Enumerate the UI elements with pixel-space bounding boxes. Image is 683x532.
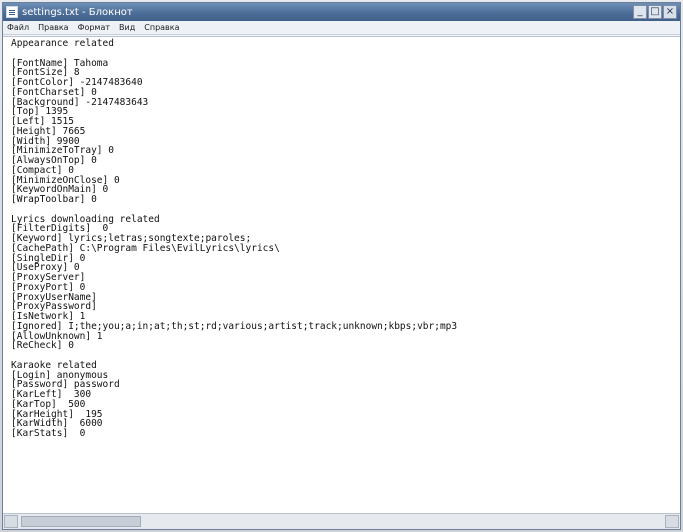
notepad-window: settings.txt - Блокнот _ □ × Файл Правка… [2,2,681,530]
text-line: [MinimizeOnClose] 0 [11,174,120,186]
scroll-left-button[interactable] [4,515,18,528]
text-line: [ProxyServer] [11,272,86,283]
text-line: [Height] 7665 [11,125,86,137]
text-line: [Password] password [11,379,120,391]
menu-format[interactable]: Формат [78,23,110,32]
menu-help[interactable]: Справка [144,23,179,32]
text-line: [KeywordOnMain] 0 [11,184,109,196]
text-line: Karaoke related [11,359,97,371]
text-line: [ProxyPassword] [11,301,97,313]
window-title: settings.txt - Блокнот [22,6,133,18]
text-line: [KarLeft] 300 [11,389,92,400]
text-line: [KarHeight] 195 [11,408,103,420]
text-line: [CachePath] C:\Program Files\EvilLyrics\… [11,242,280,254]
text-line: [ProxyUserName] [11,291,97,303]
menu-view[interactable]: Вид [119,23,135,32]
text-line: [FontColor] -2147483640 [11,77,143,88]
text-line: [Ignored] I;the;you;a;in;at;th;st;rd;var… [11,320,458,332]
window-controls: _ □ × [632,5,677,19]
maximize-button[interactable]: □ [648,5,662,19]
notepad-icon [6,6,18,18]
text-line [11,49,676,59]
menu-file[interactable]: Файл [7,23,29,32]
text-line: [AlwaysOnTop] 0 [11,155,97,166]
menu-edit[interactable]: Правка [38,23,68,32]
minimize-button[interactable]: _ [633,5,647,19]
text-line: [UseProxy] 0 [11,262,80,274]
text-line: [ProxyPort] 0 [11,281,86,293]
title-bar[interactable]: settings.txt - Блокнот _ □ × [3,3,680,21]
text-line: Appearance related [11,38,114,49]
text-editor[interactable]: Appearance related [FontName] Tahoma [Font… [3,36,680,513]
text-line: [Left] 1515 [11,116,74,127]
text-line: [KarWidth] 6000 [11,418,103,430]
scroll-right-button[interactable] [665,515,679,528]
text-line: [SingleDir] 0 [11,252,86,264]
text-line: [FontName] Tahoma [11,57,109,69]
text-line: [KarTop] 500 [11,398,86,410]
document-text[interactable]: Appearance related [FontName] Tahoma [Font… [11,39,676,513]
menu-bar: Файл Правка Формат Вид Справка [3,21,680,35]
text-line: [Top] 1395 [11,106,69,118]
text-line: Lyrics downloading related [11,213,160,225]
text-line: [Background] -2147483643 [11,96,149,108]
horizontal-scrollbar[interactable] [3,513,680,529]
text-line [11,351,676,361]
text-line: [WrapToolbar] 0 [11,194,97,205]
close-button[interactable]: × [663,5,677,19]
text-line: [AllowUnknown] 1 [11,330,103,342]
text-line: [KarStats] 0 [11,428,86,439]
text-line: [MinimizeToTray] 0 [11,145,114,157]
text-line: [ReCheck] 0 [11,340,74,352]
scroll-thumb[interactable] [21,516,141,527]
